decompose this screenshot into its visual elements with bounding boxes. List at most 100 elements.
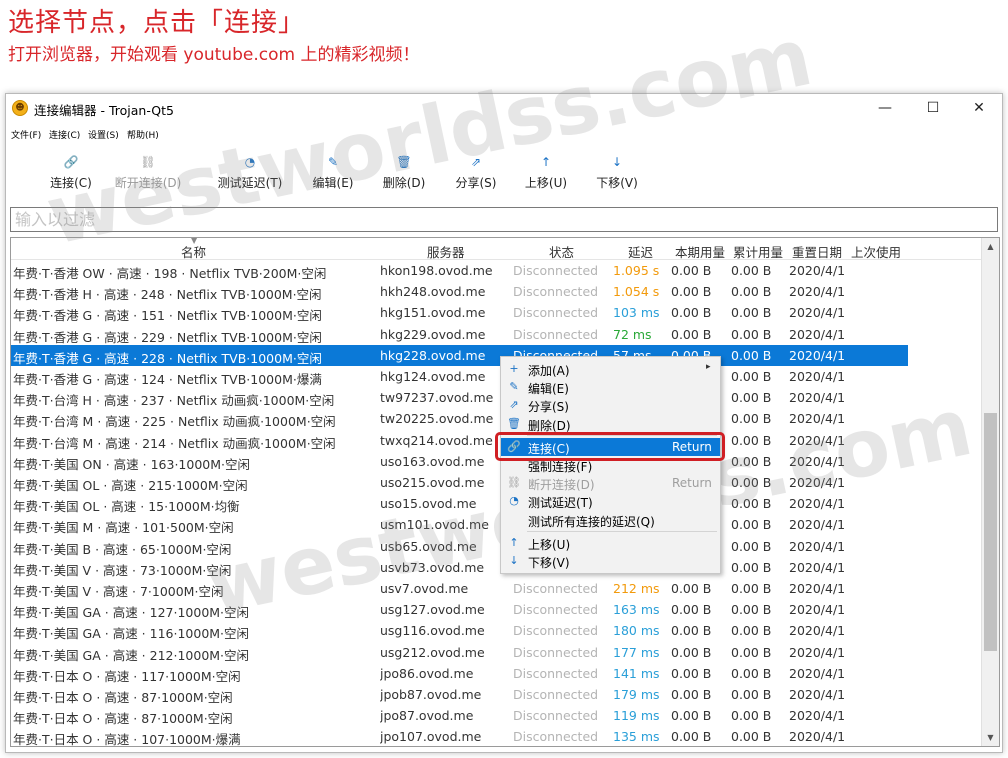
- ctx-share-menu-item[interactable]: ⇗ 分享(S): [501, 396, 720, 414]
- table-row[interactable]: 年费·T·香港 G · 高速 · 151 · Netflix TVB·1000M…: [11, 302, 908, 323]
- table-row[interactable]: 年费·T·美国 V · 高速 · 7·1000M·空闲 usv7.ovod.me D…: [11, 578, 908, 599]
- menu-help[interactable]: 帮助(H): [127, 128, 159, 141]
- ctx-move-up-menu-item[interactable]: ↑ 上移(U): [501, 534, 720, 552]
- table-row[interactable]: 年费·T·香港 G · 高速 · 124 · Netflix TVB·1000M…: [11, 366, 908, 387]
- table-row[interactable]: 年费·T·香港 G · 高速 · 229 · Netflix TVB·1000M…: [11, 324, 908, 345]
- server-address: uso163.ovod.me: [380, 453, 485, 469]
- header-total-usage[interactable]: 累计用量: [733, 242, 783, 261]
- node-name: 年费·T·美国 GA · 高速 · 127·1000M·空闲: [13, 605, 250, 621]
- table-row[interactable]: 年费·T·日本 O · 高速 · 87·1000M·空闲 jpo87.ovod.m…: [11, 705, 908, 726]
- server-address: jpo87.ovod.me: [380, 708, 474, 724]
- reset-date: 2020/4/1: [789, 263, 846, 278]
- total-usage: 0.00 B: [731, 729, 772, 745]
- link-icon: 🔗: [63, 155, 79, 169]
- move-down-button[interactable]: ↓ 下移(V): [577, 154, 657, 191]
- ctx-disconnect-menu-item[interactable]: ⛓ 断开连接(D) Return: [501, 474, 720, 492]
- table-row[interactable]: 年费·T·美国 M · 高速 · 101·500M·空闲 usm101.ovod.…: [11, 514, 908, 535]
- header-reset-date[interactable]: 重置日期: [792, 242, 842, 261]
- move-up-button[interactable]: ↑ 上移(U): [506, 154, 586, 191]
- total-usage: 0.00 B: [731, 665, 772, 681]
- menu-connection[interactable]: 连接(C): [49, 128, 80, 141]
- server-address: usvb73.ovod.me: [380, 559, 485, 575]
- table-row[interactable]: 年费·T·台湾 H · 高速 · 237 · Netflix 动画疯·1000M…: [11, 387, 908, 408]
- scroll-up-icon[interactable]: ▲: [982, 238, 999, 255]
- server-address: hkon198.ovod.me: [380, 263, 493, 278]
- toolbar-label: 断开连接(D): [114, 176, 182, 190]
- table-row[interactable]: 年费·T·美国 GA · 高速 · 212·1000M·空闲 usg212.ovo…: [11, 642, 908, 663]
- minimize-button[interactable]: —: [862, 94, 908, 122]
- table-row[interactable]: 年费·T·香港 G · 高速 · 228 · Netflix TVB·1000M…: [11, 344, 908, 366]
- latency-value: 119 ms: [613, 708, 660, 724]
- server-address: tw20225.ovod.me: [380, 411, 494, 427]
- connection-status: Disconnected: [513, 602, 599, 618]
- table-row[interactable]: 年费·T·美国 ON · 高速 · 163·1000M·空闲 uso163.ovo…: [11, 451, 908, 472]
- reset-date: 2020/4/1: [789, 708, 846, 724]
- node-name: 年费·T·香港 G · 高速 · 228 · Netflix TVB·1000M…: [13, 350, 322, 366]
- total-usage: 0.00 B: [731, 559, 772, 575]
- reset-date: 2020/4/1: [789, 326, 846, 342]
- node-name: 年费·T·香港 G · 高速 · 151 · Netflix TVB·1000M…: [13, 308, 322, 324]
- edit-button[interactable]: ✎ 编辑(E): [293, 154, 373, 191]
- table-row[interactable]: 年费·T·香港 H · 高速 · 248 · Netflix TVB·1000M…: [11, 281, 908, 302]
- header-last-used[interactable]: 上次使用: [851, 242, 901, 261]
- delete-button[interactable]: 🗑 删除(D): [364, 154, 444, 191]
- table-row[interactable]: 年费·T·台湾 M · 高速 · 214 · Netflix 动画疯·1000M…: [11, 430, 908, 451]
- server-address: hkh248.ovod.me: [380, 284, 486, 300]
- total-usage: 0.00 B: [731, 708, 772, 724]
- reset-date: 2020/4/1: [789, 602, 846, 618]
- table-row[interactable]: 年费·T·日本 O · 高速 · 87·1000M·空闲 jpob87.ovod.…: [11, 684, 908, 705]
- table-row[interactable]: 年费·T·美国 OL · 高速 · 15·1000M·均衡 uso15.ovod.…: [11, 493, 908, 514]
- reset-date: 2020/4/1: [789, 453, 846, 469]
- menu-settings[interactable]: 设置(S): [88, 128, 119, 141]
- table-row[interactable]: 年费·T·美国 GA · 高速 · 116·1000M·空闲 usg116.ovo…: [11, 620, 908, 641]
- maximize-button[interactable]: ☐: [910, 94, 956, 122]
- table-row[interactable]: 年费·T·美国 OL · 高速 · 215·1000M·空闲 uso215.ovo…: [11, 472, 908, 493]
- ctx-test-latency-menu-item[interactable]: ◔ 测试延迟(T): [501, 492, 720, 510]
- total-usage: 0.00 B: [731, 347, 772, 363]
- ctx-test-all-latency-menu-item[interactable]: 测试所有连接的延迟(Q): [501, 511, 720, 529]
- ctx-add-menu-item[interactable]: + 添加(A) ▸: [501, 360, 720, 378]
- connect-button[interactable]: 🔗 连接(C): [31, 154, 111, 191]
- scrollbar-thumb[interactable]: [984, 413, 997, 651]
- period-usage: 0.00 B: [671, 708, 712, 724]
- ctx-delete-menu-item[interactable]: 🗑 删除(D): [501, 415, 720, 433]
- table-row[interactable]: 年费·T·台湾 M · 高速 · 225 · Netflix 动画疯·1000M…: [11, 408, 908, 429]
- table-row[interactable]: 年费·T·美国 GA · 高速 · 127·1000M·空闲 usg127.ovo…: [11, 599, 908, 620]
- node-name: 年费·T·日本 O · 高速 · 117·1000M·空闲: [13, 668, 241, 684]
- table-row[interactable]: 年费·T·日本 O · 高速 · 107·1000M·爆满 jpo107.ovod…: [11, 726, 908, 746]
- header-period-usage[interactable]: 本期用量: [675, 242, 725, 261]
- server-address: jpo86.ovod.me: [380, 665, 474, 681]
- period-usage: 0.00 B: [671, 326, 712, 342]
- reset-date: 2020/4/1: [789, 432, 846, 448]
- header-server[interactable]: 服务器: [427, 242, 465, 261]
- header-latency[interactable]: 延迟: [628, 242, 653, 261]
- connection-status: Disconnected: [513, 729, 599, 745]
- table-row[interactable]: 年费·T·香港 OW · 高速 · 198 · Netflix TVB·200M…: [11, 260, 908, 281]
- close-button[interactable]: ✕: [956, 94, 1002, 122]
- menu-bar: 文件(F) 连接(C) 设置(S) 帮助(H): [6, 124, 1002, 144]
- node-name: 年费·T·香港 OW · 高速 · 198 · Netflix TVB·200M…: [13, 266, 327, 281]
- menu-separator: [527, 530, 717, 532]
- server-address: tw97237.ovod.me: [380, 390, 494, 406]
- table-row[interactable]: 年费·T·日本 O · 高速 · 117·1000M·空闲 jpo86.ovod.…: [11, 663, 908, 684]
- trash-icon: 🗑: [396, 155, 412, 169]
- table-row[interactable]: 年费·T·美国 V · 高速 · 73·1000M·空闲 usvb73.ovod.…: [11, 557, 908, 578]
- total-usage: 0.00 B: [731, 517, 772, 533]
- header-name[interactable]: 名称: [181, 242, 206, 261]
- table-row[interactable]: 年费·T·美国 B · 高速 · 65·1000M·空闲 usb65.ovod.m…: [11, 536, 908, 557]
- ctx-edit-menu-item[interactable]: ✎ 编辑(E): [501, 378, 720, 396]
- menu-file[interactable]: 文件(F): [11, 128, 41, 141]
- title-bar[interactable]: ☻ 连接编辑器 - Trojan-Qt5 — ☐ ✕: [6, 94, 1002, 122]
- share-button[interactable]: ⇗ 分享(S): [436, 154, 516, 191]
- scroll-down-icon[interactable]: ▼: [982, 729, 999, 746]
- arrow-up-icon: ↑: [540, 155, 552, 169]
- disconnect-button[interactable]: ⛓ 断开连接(D): [108, 154, 188, 191]
- ctx-move-down-menu-item[interactable]: ↓ 下移(V): [501, 552, 720, 570]
- test-latency-button[interactable]: ◔ 测试延迟(T): [210, 154, 290, 191]
- unlink-icon: ⛓: [507, 476, 521, 490]
- header-status[interactable]: 状态: [549, 242, 574, 261]
- vertical-scrollbar[interactable]: ▲ ▼: [981, 238, 999, 746]
- period-usage: 0.00 B: [671, 665, 712, 681]
- filter-input[interactable]: [11, 208, 997, 231]
- edit-icon: ✎: [509, 380, 519, 394]
